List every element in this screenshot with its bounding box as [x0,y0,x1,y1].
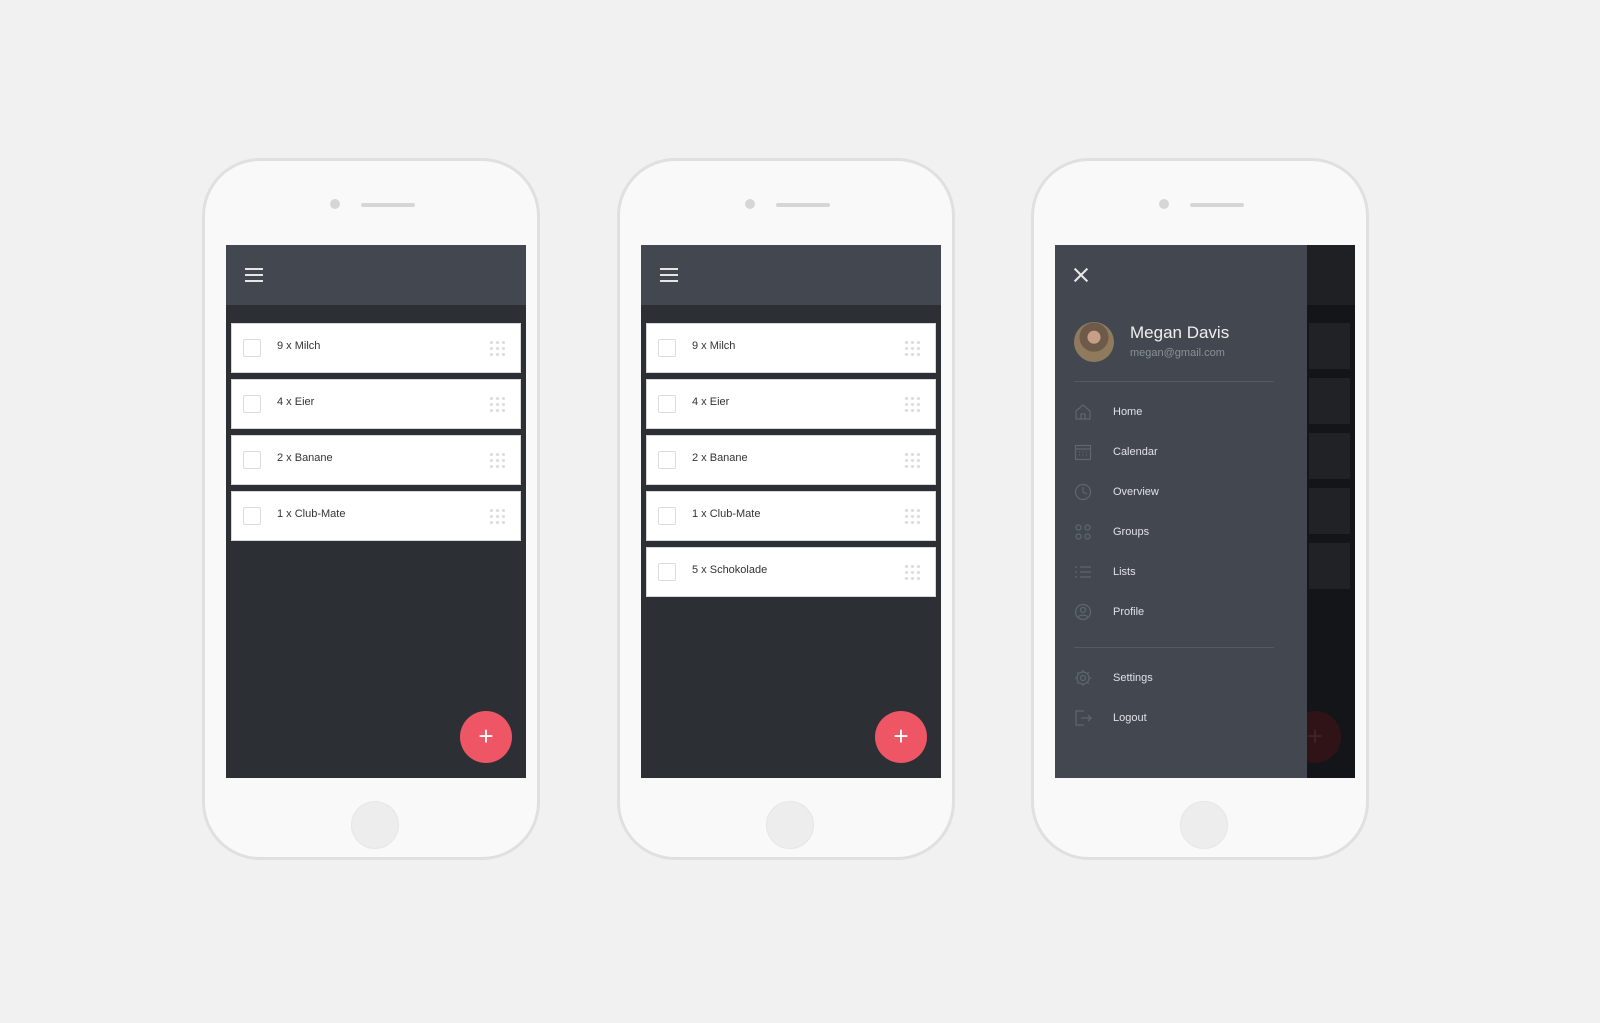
item-label: 9 x Milch [692,340,736,352]
nav-item-settings[interactable]: Settings [1074,667,1284,691]
nav-item-logout[interactable]: Logout [1074,707,1284,731]
hamburger-menu-icon[interactable] [245,268,263,282]
drag-handle-icon[interactable] [490,509,506,525]
nav-label: Settings [1113,672,1153,684]
drag-handle-icon[interactable] [905,565,921,581]
list-item[interactable]: 2 x Banane [646,435,936,485]
app-screen: 9 x Milch 4 x Eier 2 x Banane 1 x Club-M… [641,245,941,778]
item-checkbox[interactable] [243,395,261,413]
item-label: 4 x Eier [277,396,315,408]
phone-mockup-1: 9 x Milch 4 x Eier 2 x Banane 1 x Club-M… [202,158,540,860]
earpiece-speaker [1190,203,1244,207]
logout-icon [1075,710,1092,726]
item-checkbox[interactable] [658,451,676,469]
nav-item-overview[interactable]: Overview [1074,481,1284,505]
nav-label: Overview [1113,486,1159,498]
groups-icon [1075,524,1091,540]
app-screen: 9 x Milch 4 x Eier 2 x Banane 1 x Club-M… [226,245,526,778]
drag-handle-icon[interactable] [490,453,506,469]
list-item[interactable]: 9 x Milch [646,323,936,373]
app-header [641,245,941,305]
nav-item-calendar[interactable]: Calendar [1074,441,1284,465]
item-checkbox[interactable] [658,395,676,413]
list-item[interactable]: 2 x Banane [231,435,521,485]
nav-label: Home [1113,406,1143,418]
user-name: Megan Davis [1130,323,1230,342]
shopping-list: 9 x Milch 4 x Eier 2 x Banane 1 x Club-M… [646,323,936,603]
drag-handle-icon[interactable] [490,397,506,413]
app-screen: + Megan Davis megan@gmail.com Home [1055,245,1355,778]
divider [1074,647,1274,648]
item-label: 2 x Banane [277,452,333,464]
shopping-list: 9 x Milch 4 x Eier 2 x Banane 1 x Club-M… [231,323,521,547]
home-icon [1075,404,1091,420]
front-camera [1159,199,1169,209]
item-label: 2 x Banane [692,452,748,464]
item-checkbox[interactable] [658,563,676,581]
drag-handle-icon[interactable] [905,397,921,413]
nav-item-groups[interactable]: Groups [1074,521,1284,545]
item-checkbox[interactable] [243,451,261,469]
nav-item-home[interactable]: Home [1074,401,1284,425]
nav-label: Groups [1113,526,1150,538]
earpiece-speaker [776,203,830,207]
drag-handle-icon[interactable] [905,453,921,469]
phone-mockup-2: 9 x Milch 4 x Eier 2 x Banane 1 x Club-M… [617,158,955,860]
nav-item-profile[interactable]: Profile [1074,601,1284,625]
home-button [766,801,814,849]
add-item-button[interactable]: + [460,711,512,763]
list-item[interactable]: 1 x Club-Mate [231,491,521,541]
item-label: 1 x Club-Mate [277,508,346,520]
list-icon [1075,566,1091,578]
calendar-icon [1074,444,1092,461]
list-item[interactable]: 9 x Milch [231,323,521,373]
front-camera [330,199,340,209]
nav-label: Calendar [1113,446,1158,458]
user-email: megan@gmail.com [1130,347,1225,359]
home-button [1180,801,1228,849]
drag-handle-icon[interactable] [490,341,506,357]
avatar[interactable] [1074,322,1114,362]
list-item[interactable]: 5 x Schokolade [646,547,936,597]
profile-icon [1074,603,1092,621]
drag-handle-icon[interactable] [905,509,921,525]
home-button [351,801,399,849]
app-header [226,245,526,305]
item-label: 5 x Schokolade [692,564,768,576]
list-item[interactable]: 4 x Eier [646,379,936,429]
divider [1074,381,1274,382]
gear-icon [1075,670,1091,686]
nav-item-lists[interactable]: Lists [1074,561,1284,585]
navigation-drawer: Megan Davis megan@gmail.com Home Calenda… [1055,245,1307,778]
item-checkbox[interactable] [658,339,676,357]
item-label: 1 x Club-Mate [692,508,761,520]
item-checkbox[interactable] [243,507,261,525]
clock-icon [1074,483,1092,501]
list-item[interactable]: 4 x Eier [231,379,521,429]
phone-mockup-3: + Megan Davis megan@gmail.com Home [1031,158,1369,860]
earpiece-speaker [361,203,415,207]
list-item[interactable]: 1 x Club-Mate [646,491,936,541]
item-label: 9 x Milch [277,340,321,352]
close-icon[interactable] [1073,267,1089,283]
item-checkbox[interactable] [658,507,676,525]
nav-label: Profile [1113,606,1145,618]
add-item-button[interactable]: + [875,711,927,763]
item-checkbox[interactable] [243,339,261,357]
drag-handle-icon[interactable] [905,341,921,357]
item-label: 4 x Eier [692,396,730,408]
nav-label: Logout [1113,712,1147,724]
nav-label: Lists [1113,566,1136,578]
hamburger-menu-icon[interactable] [660,268,678,282]
front-camera [745,199,755,209]
